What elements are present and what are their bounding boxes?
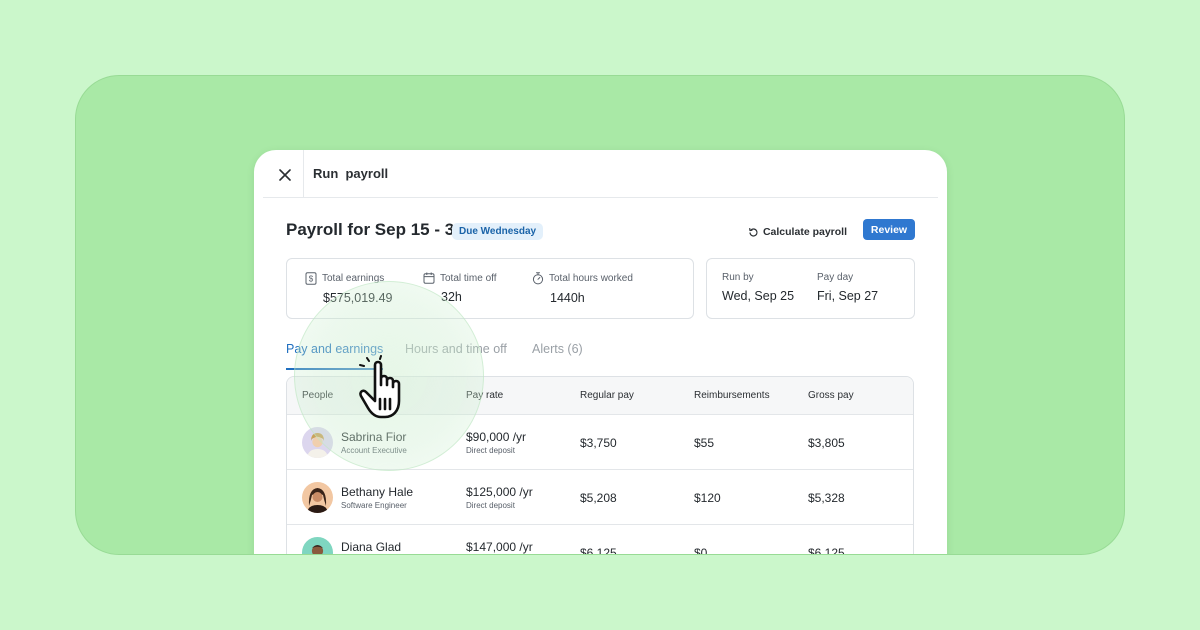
- stat-total-earnings: $ Total earnings $575,019.49: [305, 272, 393, 305]
- pointer-hand-icon: [359, 355, 401, 419]
- gross-pay: $5,328: [808, 491, 845, 505]
- stat-value: 1440h: [550, 291, 585, 305]
- person-name: Diana Glad: [341, 540, 402, 554]
- run-by-label: Run by: [722, 272, 754, 283]
- avatar: [302, 537, 333, 554]
- column-header-regular-pay[interactable]: Regular pay: [580, 377, 634, 415]
- pay-rate: $147,000 /yr: [466, 540, 533, 554]
- stat-label: Total earnings: [322, 273, 385, 284]
- column-header-reimbursements[interactable]: Reimbursements: [694, 377, 770, 415]
- payment-method: Direct deposit: [466, 446, 515, 455]
- close-icon[interactable]: [275, 165, 295, 185]
- pay-day-label: Pay day: [817, 272, 854, 283]
- run-by: Run by Wed, Sep 25: [722, 272, 794, 303]
- reimbursements: $55: [694, 436, 715, 450]
- payroll-header: Payroll for Sep 15 - 30 Due Wednesday Ca…: [286, 218, 915, 246]
- stat-total-hours: Total hours worked 1440h: [532, 272, 633, 305]
- run-by-value: Wed, Sep 25: [722, 289, 795, 303]
- stat-total-time-off: Total time off 32h: [423, 272, 497, 304]
- column-header-pay-rate[interactable]: Pay rate: [466, 377, 503, 415]
- person-role: Account Executive: [341, 446, 407, 455]
- calendar-icon: [423, 272, 435, 284]
- stat-label: Total hours worked: [549, 273, 633, 284]
- payment-method: Direct deposit: [466, 501, 515, 510]
- reimbursements: $120: [694, 491, 721, 505]
- dialog-title: Run payroll: [313, 166, 389, 181]
- topbar-divider: [303, 150, 304, 198]
- regular-pay: $3,750: [580, 436, 617, 450]
- reimbursements: $0: [694, 546, 708, 555]
- pay-day-value: Fri, Sep 27: [817, 289, 879, 303]
- due-badge: Due Wednesday: [452, 223, 544, 240]
- calculate-payroll-button[interactable]: Calculate payroll: [748, 221, 847, 243]
- person-name: Bethany Hale: [341, 485, 414, 499]
- table-row[interactable]: Diana Glad $147,000 /yr $6,125 $0 $6,125: [287, 525, 913, 555]
- page-title: Payroll for Sep 15 - 30: [286, 220, 464, 239]
- column-header-gross-pay[interactable]: Gross pay: [808, 377, 854, 415]
- review-button[interactable]: Review: [863, 219, 915, 240]
- calculate-payroll-label: Calculate payroll: [762, 226, 847, 238]
- pay-rate: $90,000 /yr: [466, 430, 527, 444]
- stat-value: $575,019.49: [323, 291, 393, 305]
- totals-summary: $ Total earnings $575,019.49 Total time …: [286, 258, 694, 319]
- svg-text:$: $: [309, 275, 314, 284]
- avatar: [302, 482, 333, 513]
- regular-pay: $5,208: [580, 491, 617, 505]
- gross-pay: $3,805: [808, 436, 845, 450]
- table-row[interactable]: Bethany Hale Software Engineer $125,000 …: [287, 470, 913, 525]
- tab-alerts[interactable]: Alerts (6): [532, 342, 583, 368]
- avatar: [302, 427, 333, 458]
- stat-value: 32h: [441, 290, 462, 304]
- run-payroll-dialog: Run payroll Payroll for Sep 15 - 30 Due …: [254, 150, 947, 555]
- stat-label: Total time off: [440, 272, 497, 284]
- pay-rate: $125,000 /yr: [466, 485, 533, 499]
- dialog-topbar: Run payroll: [263, 150, 938, 198]
- gross-pay: $6,125: [808, 546, 845, 555]
- person-name: Sabrina Fior: [341, 430, 407, 444]
- stopwatch-icon: [532, 272, 544, 285]
- column-header-people[interactable]: People: [302, 377, 333, 415]
- dollar-document-icon: $: [305, 272, 317, 285]
- background-panel: Run payroll Payroll for Sep 15 - 30 Due …: [75, 75, 1125, 555]
- pay-dates-summary: Run by Wed, Sep 25 Pay day Fri, Sep 27: [706, 258, 915, 319]
- regular-pay: $6,125: [580, 546, 617, 555]
- refresh-icon: [749, 227, 758, 237]
- pay-day: Pay day Fri, Sep 27: [817, 272, 878, 303]
- person-role: Software Engineer: [341, 501, 407, 510]
